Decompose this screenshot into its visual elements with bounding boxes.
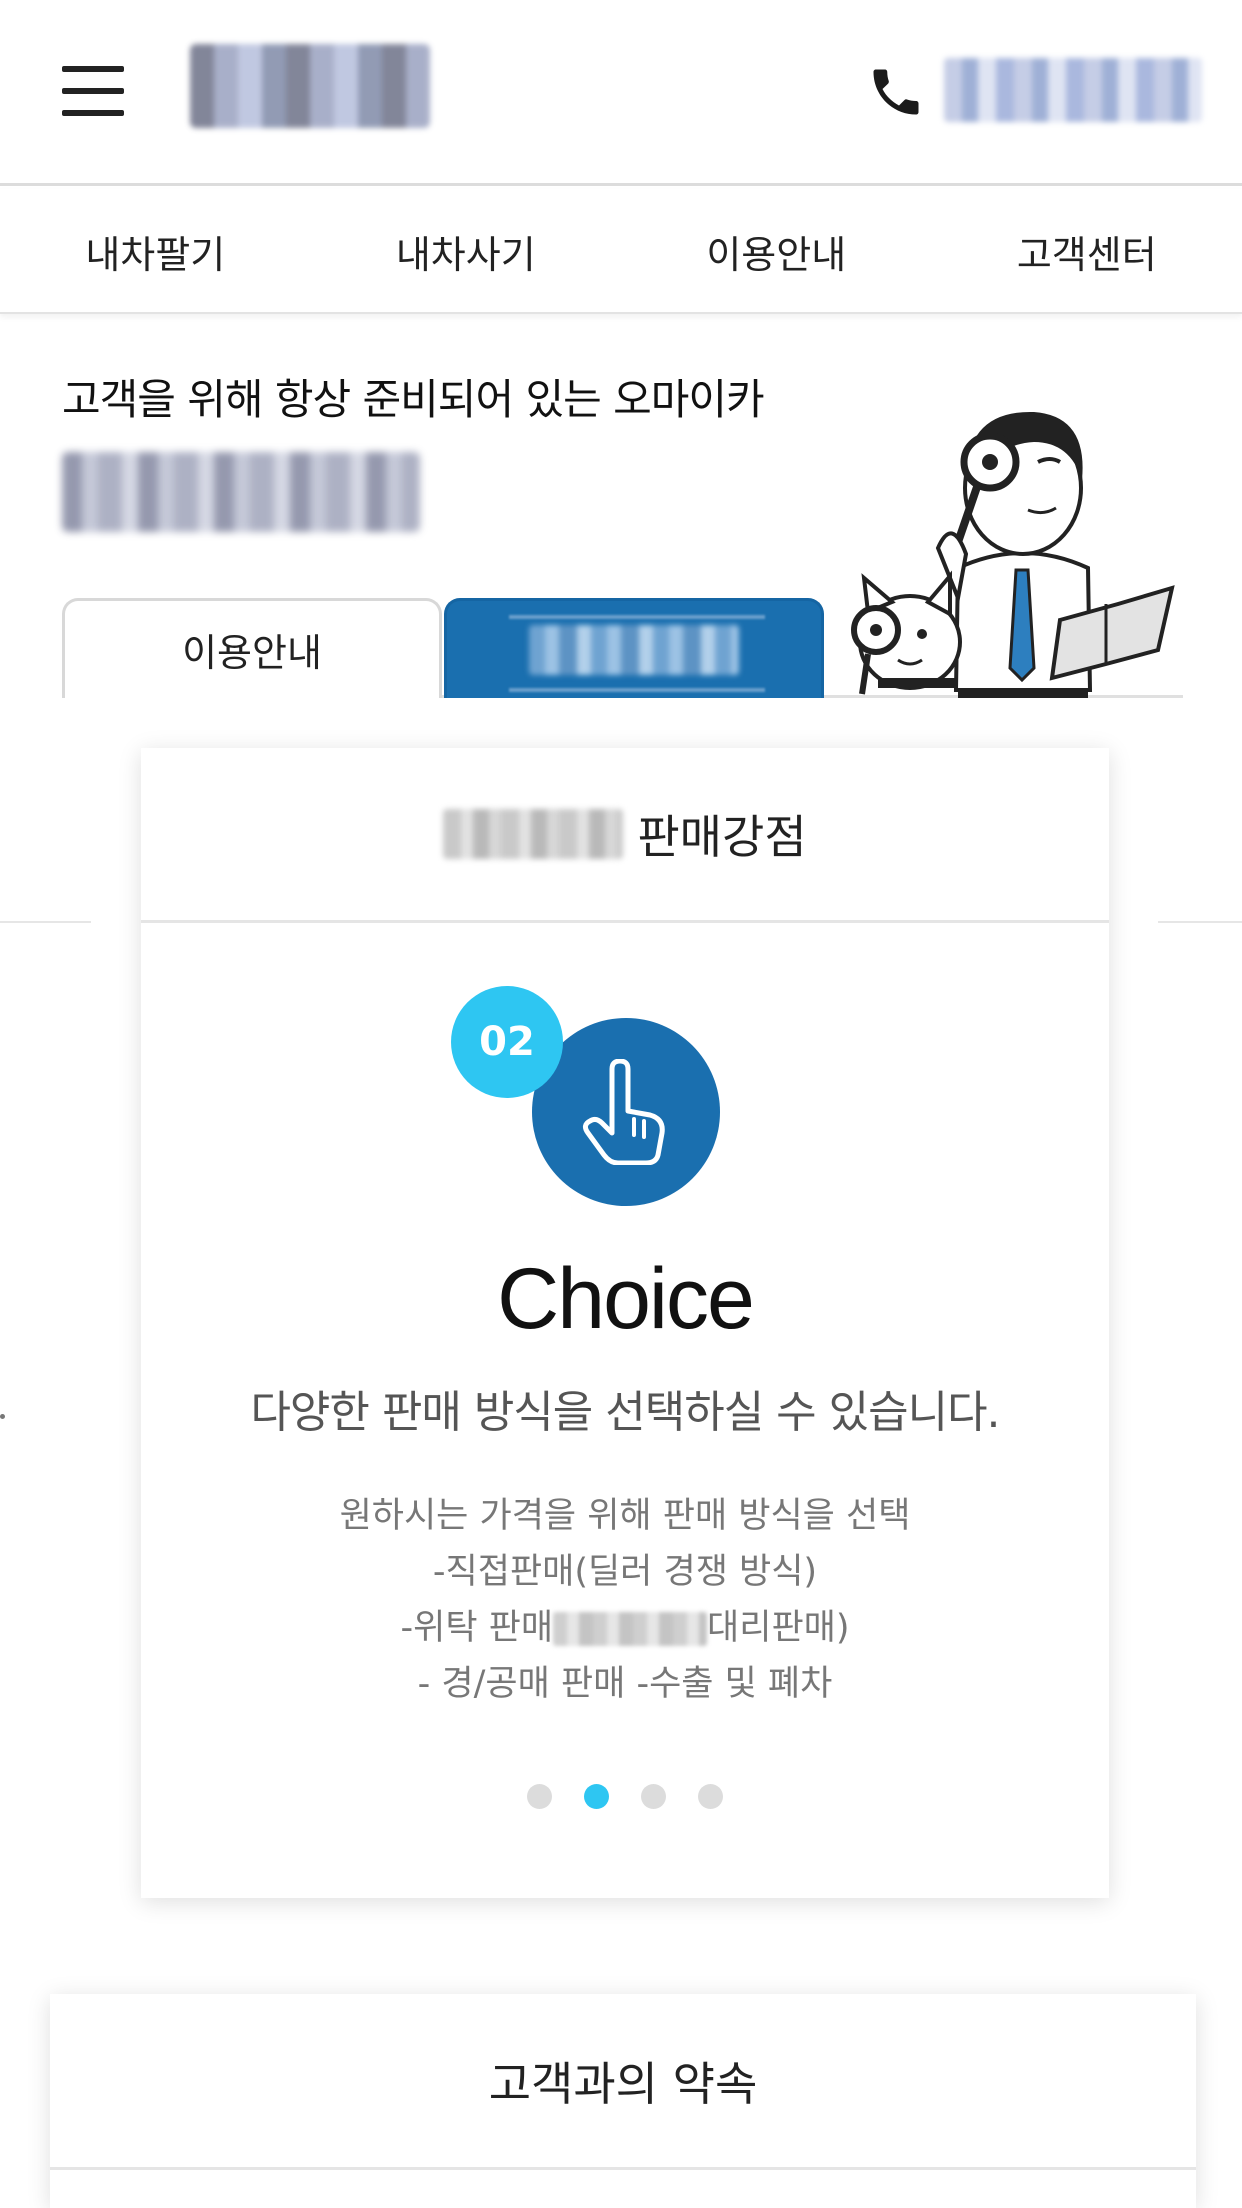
pagination-dot-3[interactable] (641, 1784, 666, 1809)
pagination-dot-4[interactable] (698, 1784, 723, 1809)
prev-slide-edge (0, 1414, 5, 1419)
promise-card-title: 고객과의 약속 (50, 1994, 1196, 2170)
desc-line: -위탁 판매 대리판매) (141, 1600, 1109, 1656)
nav-item-sell[interactable]: 내차팔기 (0, 189, 311, 314)
desc-line: - 경/공매 판매 -수출 및 폐차 (417, 1664, 833, 1704)
phone-number[interactable] (944, 58, 1202, 122)
carousel-pagination (141, 1784, 1109, 1809)
pagination-dot-2[interactable] (584, 1784, 609, 1809)
slide-description: 원하시는 가격을 위해 판매 방식을 선택 -직접판매(딜러 경쟁 방식) -위… (141, 1488, 1109, 1712)
strength-card-title: 판매강점 (637, 810, 807, 864)
desc-line-part: 대리판매) (707, 1608, 850, 1648)
hamburger-icon[interactable] (62, 66, 124, 116)
tab-active-label (529, 624, 739, 675)
desc-line: -직접판매(딜러 경쟁 방식) (432, 1552, 818, 1592)
hero-brand-heading (62, 452, 420, 532)
app-header (0, 0, 1242, 186)
strength-card-header: 판매강점 (141, 748, 1109, 923)
hand-pointer-icon (582, 1059, 665, 1165)
promise-card: 고객과의 약속 (50, 1994, 1196, 2208)
logo[interactable] (190, 44, 430, 128)
desc-line-part: -위탁 판매 (400, 1608, 554, 1648)
slide-subtitle: 다양한 판매 방식을 선택하실 수 있습니다. (250, 1387, 1000, 1438)
slide-number-badge: 02 (451, 986, 563, 1098)
slide-title: Choice (497, 1251, 755, 1347)
brand-name (443, 809, 624, 859)
nav-item-guide[interactable]: 이용안내 (621, 189, 932, 314)
hero-title: 고객을 위해 항상 준비되어 있는 오마이카 (62, 375, 765, 424)
bg-divider-left (0, 921, 91, 923)
nav-item-support[interactable]: 고객센터 (932, 189, 1242, 314)
brand-name-inline (553, 1612, 708, 1646)
tab-guide-label: 이용안내 (182, 631, 322, 675)
desc-line: 원하시는 가격을 위해 판매 방식을 선택 (339, 1496, 911, 1536)
pagination-dot-1[interactable] (527, 1784, 552, 1809)
tab-guide[interactable]: 이용안내 (62, 598, 442, 698)
tab-active[interactable] (444, 598, 824, 698)
main-nav: 내차팔기 내차사기 이용안내 고객센터 (0, 189, 1242, 314)
nav-item-buy[interactable]: 내차사기 (311, 189, 622, 314)
phone-icon[interactable] (866, 62, 926, 122)
bg-divider-right (1158, 921, 1242, 923)
mascot-illustration (851, 411, 1175, 698)
strength-card: 판매강점 02 Choice 다양한 판매 방식을 선택하실 수 있습니다. 원… (141, 748, 1109, 1898)
